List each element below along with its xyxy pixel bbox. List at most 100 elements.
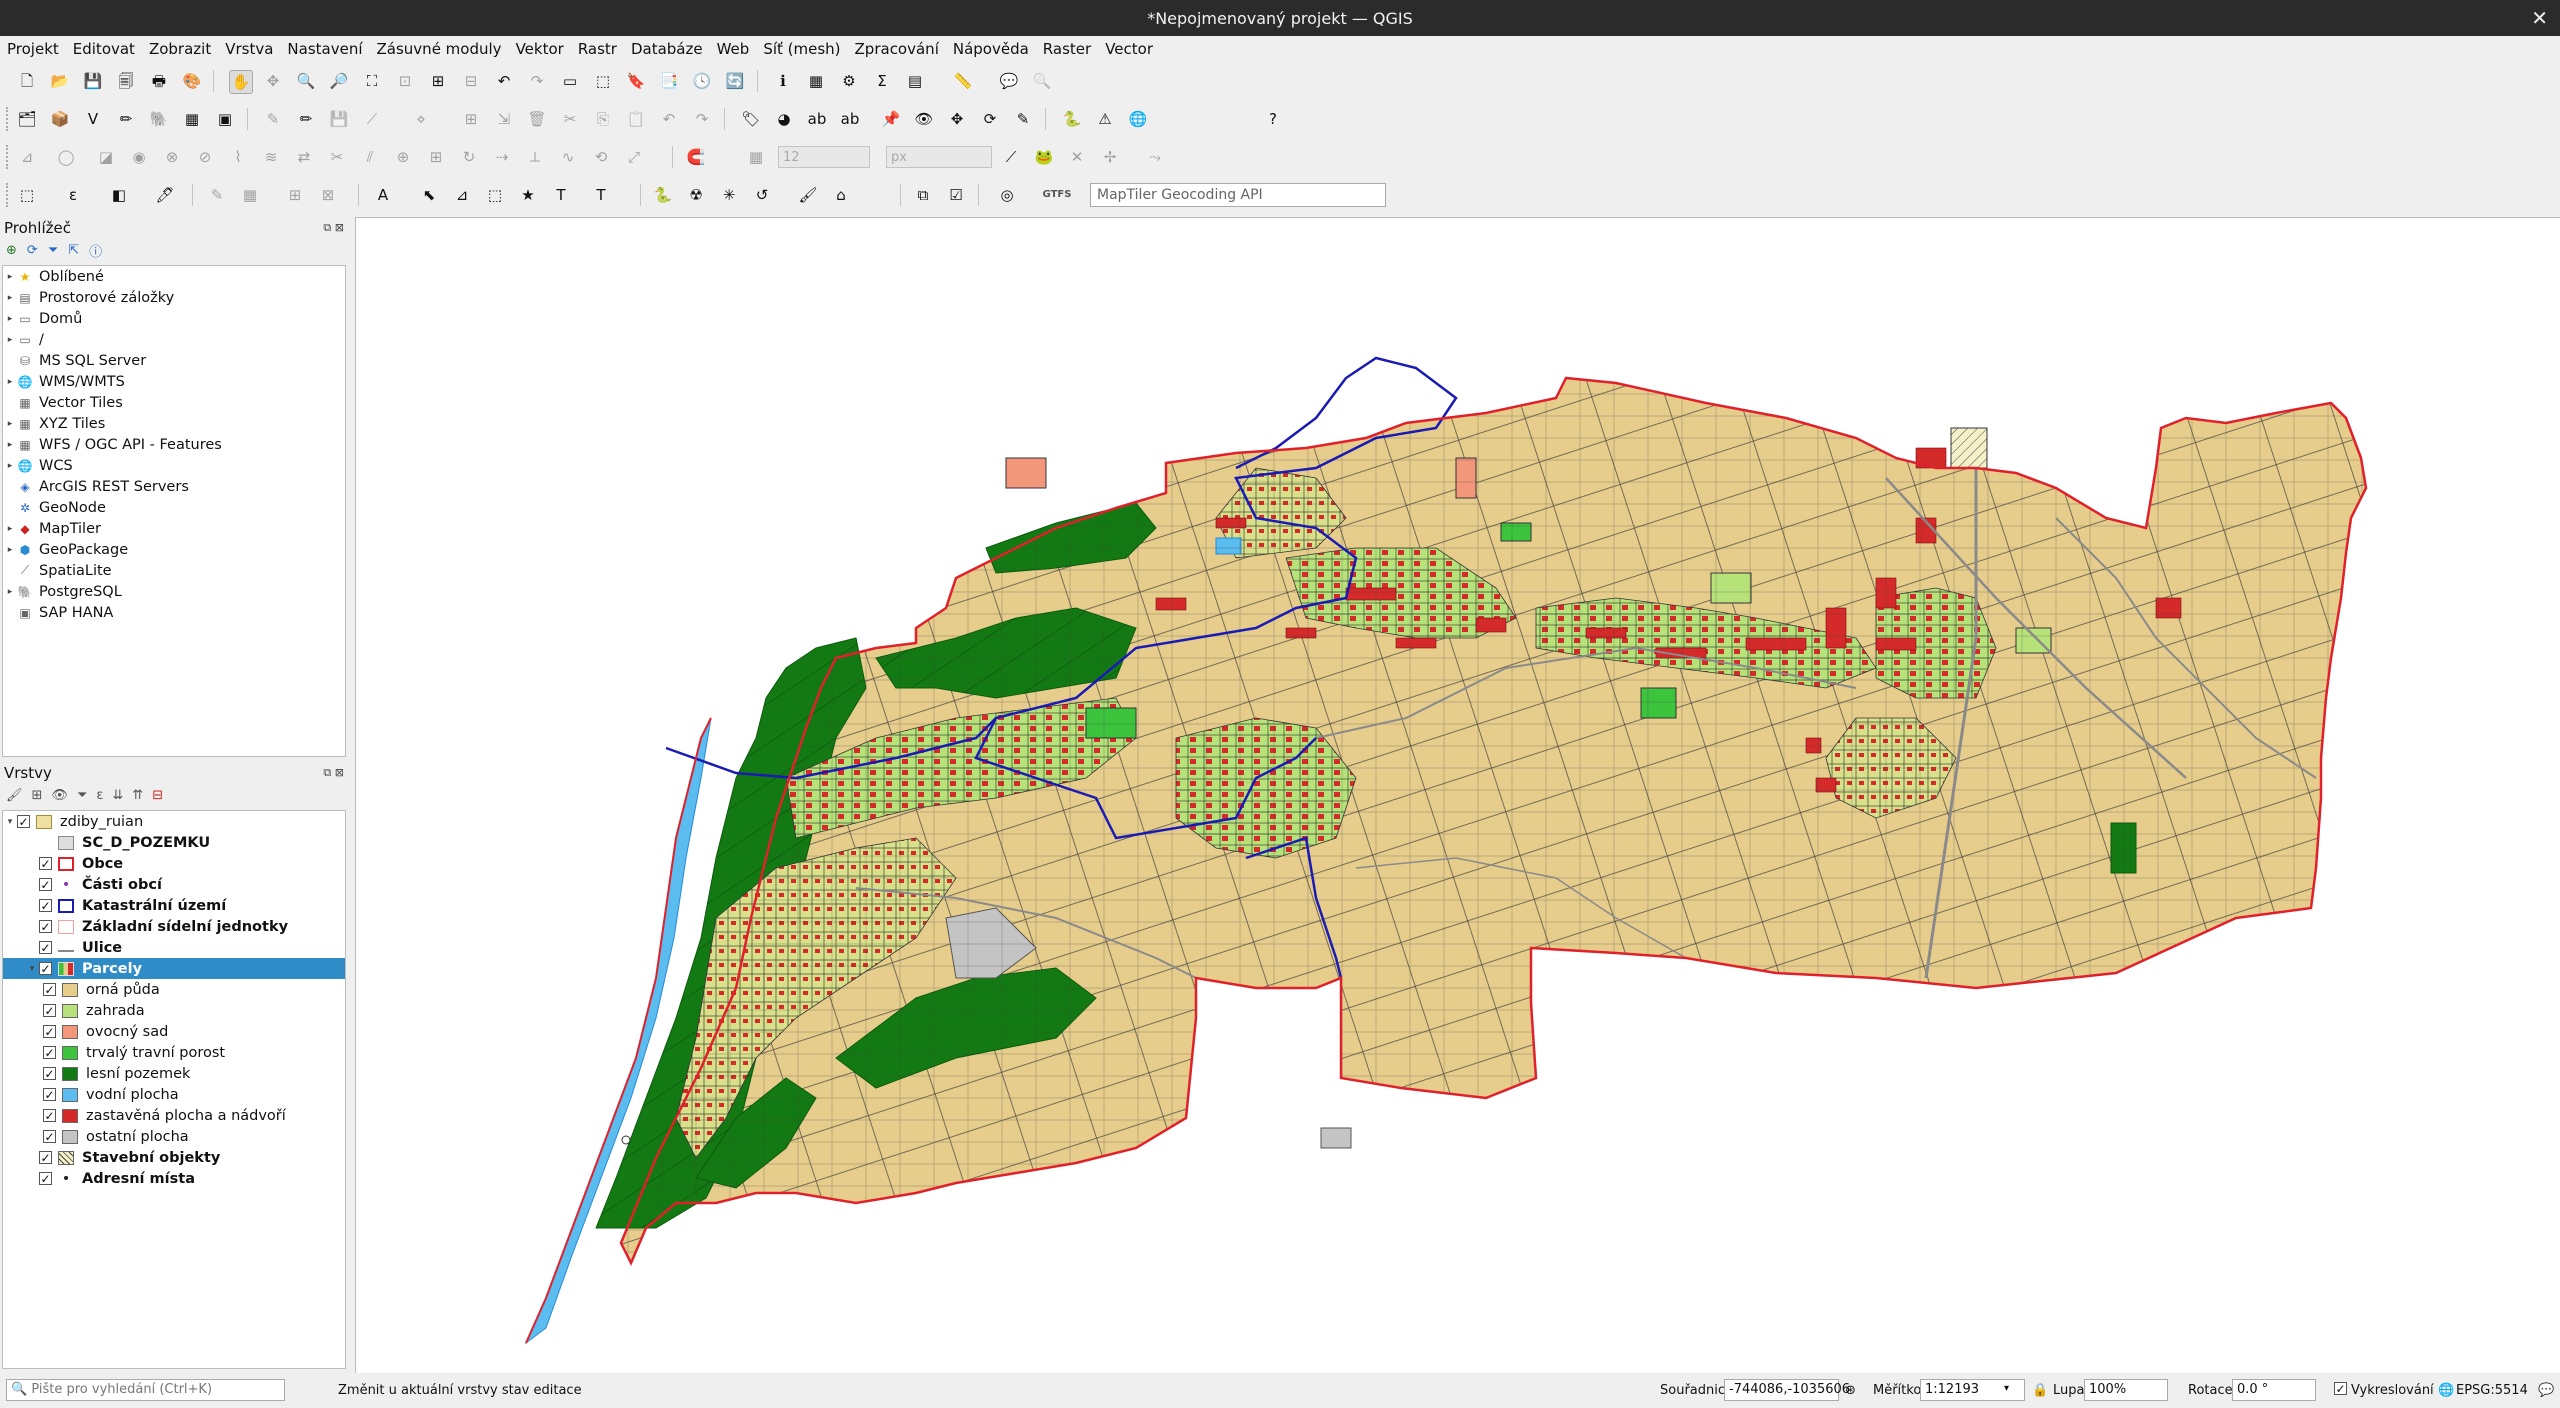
layer-item[interactable]: ✓ ovocný sad — [3, 1021, 345, 1042]
expand-arrow-icon[interactable]: ▸ — [3, 419, 17, 429]
coordinate-field[interactable]: -744086,-1035606 — [1724, 1379, 1850, 1401]
layer-item[interactable]: ✓ Katastrální území — [3, 895, 345, 916]
layer-item[interactable]: ✓ Ulice — [3, 937, 345, 958]
browser-item-arcgis-rest-servers[interactable]: ◈ ArcGIS REST Servers — [3, 476, 345, 497]
trim-extend-icon[interactable]: ⟂ — [524, 146, 546, 168]
layer-visibility-checkbox[interactable]: ✓ — [39, 1151, 52, 1164]
filter-expression-icon[interactable]: ε — [96, 788, 103, 803]
layer-visibility-checkbox[interactable]: ✓ — [43, 1109, 56, 1122]
menu-vector[interactable]: Vector — [1098, 40, 1160, 58]
layer-item[interactable]: ✓ Stavební objekty — [3, 1147, 345, 1168]
snapping-mode-icon[interactable]: ▦ — [745, 146, 767, 168]
crs-button[interactable]: EPSG:5514 — [2456, 1383, 2528, 1398]
messages-icon[interactable]: 💬 — [2538, 1383, 2554, 1398]
redo-icon[interactable]: ↷ — [691, 108, 713, 130]
add-ring-icon[interactable]: ◯ — [55, 146, 77, 168]
merge-attributes-icon[interactable]: ⊞ — [425, 146, 447, 168]
browser-item-vector-tiles[interactable]: ▦ Vector Tiles — [3, 392, 345, 413]
browser-item-[interactable]: ▸ ▭ / — [3, 329, 345, 350]
menu-zasuvne-moduly[interactable]: Zásuvné moduly — [370, 40, 509, 58]
layer-item[interactable]: ✓ Obce — [3, 853, 345, 874]
layer-visibility-checkbox[interactable]: ✓ — [39, 857, 52, 870]
plugin-network-icon[interactable]: ✳ — [718, 184, 740, 206]
point-text-annotation-icon[interactable]: T — [550, 184, 572, 206]
statistics-icon[interactable]: Σ — [871, 70, 893, 92]
layer-visibility-checkbox[interactable]: ✓ — [43, 1088, 56, 1101]
vertex-tool-icon[interactable]: ⋄ — [410, 108, 432, 130]
merge-features-icon[interactable]: ⊕ — [392, 146, 414, 168]
marker-annotation-icon[interactable]: ★ — [517, 184, 539, 206]
rotate-symbols-icon[interactable]: ↻ — [458, 146, 480, 168]
menu-editovat[interactable]: Editovat — [66, 40, 142, 58]
new-map-view-icon[interactable]: ▭ — [559, 70, 581, 92]
browser-panel-float-close-icon[interactable]: ⧉ ⊠ — [323, 221, 344, 235]
browser-item-prostorov-z-lo-ky[interactable]: ▸ ▤ Prostorové záložky — [3, 287, 345, 308]
menu-web[interactable]: Web — [710, 40, 757, 58]
delete-selected-icon[interactable]: 🗑 — [526, 108, 548, 130]
plugin-home-icon[interactable]: ⌂ — [830, 184, 852, 206]
zoom-last-icon[interactable]: ↶ — [493, 70, 515, 92]
expand-arrow-icon[interactable]: ▸ — [3, 440, 17, 450]
save-selected-icon[interactable]: ✎ — [206, 184, 228, 206]
properties-info-icon[interactable]: ⓘ — [89, 241, 102, 260]
open-project-icon[interactable]: 📂 — [49, 70, 71, 92]
help-icon[interactable]: ? — [1262, 108, 1284, 130]
pan-to-selection-icon[interactable]: ✥ — [262, 70, 284, 92]
fill-ring-icon[interactable]: ◉ — [128, 146, 150, 168]
layer-visibility-checkbox[interactable]: ✓ — [43, 1025, 56, 1038]
show-hide-label-icon[interactable]: 👁 — [913, 108, 935, 130]
toggle-editing-icon[interactable]: ✏ — [295, 108, 317, 130]
plugin-brush-icon[interactable]: 🖌 — [797, 184, 819, 206]
layer-item[interactable]: ✓ vodní plocha — [3, 1084, 345, 1105]
deselect-icon[interactable]: ◧ — [108, 184, 130, 206]
zoom-next-icon[interactable]: ↷ — [526, 70, 548, 92]
refresh-browser-icon[interactable]: ⟳ — [27, 243, 38, 258]
python-console-icon[interactable]: 🐍 — [1061, 108, 1083, 130]
menu-napoveda[interactable]: Nápověda — [946, 40, 1036, 58]
split-features-icon[interactable]: ✂ — [326, 146, 348, 168]
browser-item-wms-wmts[interactable]: ▸ 🌐 WMS/WMTS — [3, 371, 345, 392]
browser-item-geopackage[interactable]: ▸ ⬢ GeoPackage — [3, 539, 345, 560]
label-toolbar-icon[interactable]: 🏷 — [740, 108, 762, 130]
layer-visibility-checkbox[interactable]: ✓ — [39, 878, 52, 891]
expand-arrow-icon[interactable]: ▾ — [3, 817, 17, 827]
zoom-full-icon[interactable]: ⛶ — [361, 70, 383, 92]
crs-globe-icon[interactable]: 🌐 — [2438, 1383, 2454, 1398]
vector-tools-icon[interactable]: ⊞ — [284, 184, 306, 206]
add-part-icon[interactable]: ◪ — [95, 146, 117, 168]
expand-arrow-icon[interactable]: ▸ — [3, 524, 17, 534]
layer-visibility-checkbox[interactable]: ✓ — [39, 1172, 52, 1185]
spatial-bookmark-icon[interactable]: 🔖 — [625, 70, 647, 92]
menu-sit-mesh[interactable]: Síť (mesh) — [756, 40, 847, 58]
manage-visibility-icon[interactable]: 👁 — [51, 788, 68, 803]
split-parts-icon[interactable]: ⫽ — [359, 146, 381, 168]
diagram-icon[interactable]: ◕ — [773, 108, 795, 130]
save-project-icon[interactable]: 💾 — [82, 70, 104, 92]
reshape-icon[interactable]: ⌇ — [227, 146, 249, 168]
plugin-warning-icon[interactable]: ⚠ — [1094, 108, 1116, 130]
save-as-icon[interactable]: 🗐 — [115, 70, 137, 92]
add-vector-icon[interactable]: V — [82, 108, 104, 130]
self-snapping-icon[interactable]: ✕ — [1066, 146, 1088, 168]
delete-ring-icon[interactable]: ⊗ — [161, 146, 183, 168]
offset-curve-icon[interactable]: ≋ — [260, 146, 282, 168]
browser-item-maptiler[interactable]: ▸ ◆ MapTiler — [3, 518, 345, 539]
menu-vrstva[interactable]: Vrstva — [218, 40, 280, 58]
processing-toolbox-icon[interactable]: ⚙ — [838, 70, 860, 92]
expand-arrow-icon[interactable]: ▸ — [3, 377, 17, 387]
zoom-to-selection-icon[interactable]: ⊡ — [394, 70, 416, 92]
paste-features-icon[interactable]: 📋 — [625, 108, 647, 130]
copy-features-icon[interactable]: ⎘ — [592, 108, 614, 130]
rotation-field[interactable]: 0.0 ° — [2232, 1379, 2316, 1401]
undo-icon[interactable]: ↶ — [658, 108, 680, 130]
browser-item-dom[interactable]: ▸ ▭ Domů — [3, 308, 345, 329]
cut-features-icon[interactable]: ✂ — [559, 108, 581, 130]
measure-icon[interactable]: 📏 — [952, 70, 974, 92]
browser-item-geonode[interactable]: ✲ GeoNode — [3, 497, 345, 518]
zoom-in-icon[interactable]: 🔍 — [295, 70, 317, 92]
save-edits-icon[interactable]: 💾 — [328, 108, 350, 130]
layer-item[interactable]: ✓ zastavěná plocha a nádvoří — [3, 1105, 345, 1126]
expand-arrow-icon[interactable]: ▸ — [3, 335, 17, 345]
clip-icon[interactable]: ⊠ — [317, 184, 339, 206]
menu-vektor[interactable]: Vektor — [509, 40, 571, 58]
